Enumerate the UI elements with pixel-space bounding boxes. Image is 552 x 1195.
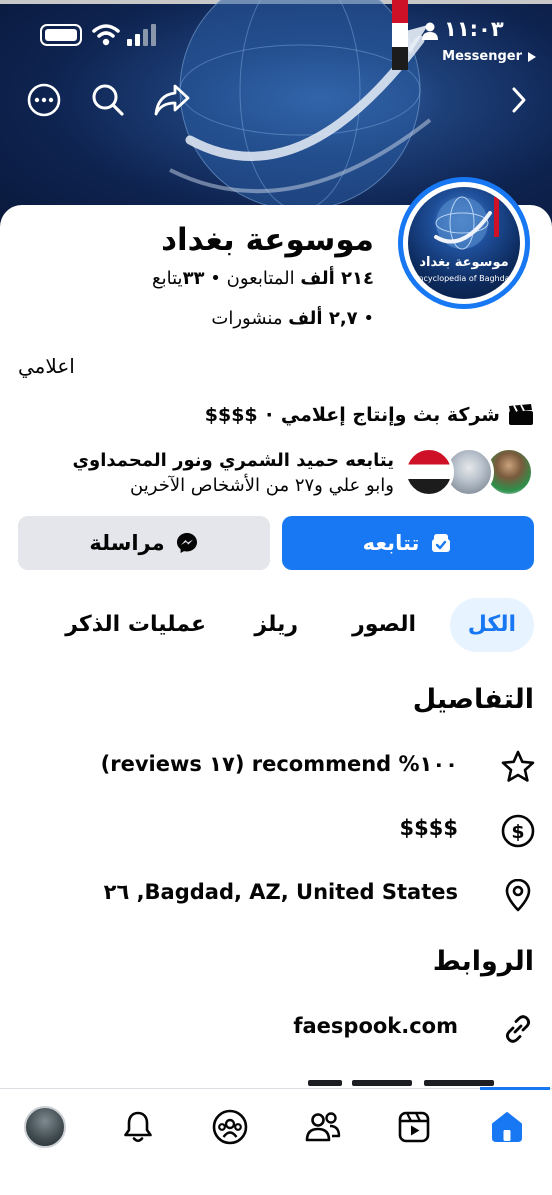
- address-text: ٢٦ ,Bagdad, AZ, United States: [103, 880, 458, 904]
- following-button-label: تتابعه: [362, 531, 420, 555]
- person-icon: [422, 22, 438, 40]
- website-text: faespook.com: [293, 1014, 458, 1038]
- followers-label: المتابعون: [226, 268, 295, 289]
- dot-separator: •: [204, 268, 221, 289]
- profile-avatar[interactable]: موسوعة بغداد Encyclopedia of Baghdad: [398, 177, 530, 309]
- video-icon[interactable]: [390, 1103, 438, 1151]
- dot-separator: •: [357, 308, 374, 329]
- clapperboard-icon: [509, 404, 533, 425]
- back-app-label: Messenger: [442, 49, 522, 64]
- chevron-right-icon[interactable]: [498, 80, 538, 120]
- back-to-messenger[interactable]: Messenger: [442, 49, 536, 64]
- follow-stats[interactable]: ٢١٤ ألف المتابعون • ٣٣يتابع: [152, 268, 374, 289]
- bell-icon[interactable]: [114, 1103, 162, 1151]
- page-title: موسوعة بغداد: [161, 222, 374, 258]
- avatar-globe-graphic: [434, 196, 499, 250]
- posts-count: ٢,٧ ألف: [288, 308, 358, 329]
- detail-address[interactable]: ٢٦ ,Bagdad, AZ, United States: [0, 870, 552, 918]
- posts-label: منشورات: [211, 308, 283, 329]
- avatar-subtitle: Encyclopedia of Baghdad: [413, 274, 515, 283]
- business-info: شركة بث وإنتاج إعلامي · $$$$: [205, 404, 534, 426]
- search-icon[interactable]: [88, 80, 128, 120]
- profile-tabs: الكل الصور ريلز عمليات الذكر: [0, 598, 552, 652]
- price-range: $$$$: [204, 404, 258, 426]
- tab-reels[interactable]: ريلز: [254, 598, 298, 652]
- home-icon[interactable]: [483, 1103, 531, 1151]
- wifi-icon: [92, 24, 120, 46]
- detail-recommend[interactable]: (reviews ١٧) recommend %١٠٠: [0, 742, 552, 790]
- svg-text:$: $: [511, 821, 524, 843]
- tab-mentions[interactable]: عمليات الذكر: [65, 598, 206, 652]
- share-icon[interactable]: [152, 80, 192, 120]
- dollar-icon: $: [501, 814, 535, 848]
- nav-profile[interactable]: [21, 1103, 69, 1151]
- avatar-title: موسوعة بغداد: [419, 255, 509, 270]
- links-heading: الروابط: [432, 946, 534, 977]
- recommend-text: (reviews ١٧) recommend %١٠٠: [100, 752, 458, 776]
- details-heading: التفاصيل: [412, 684, 534, 715]
- following-button[interactable]: تتابعه: [282, 516, 534, 570]
- business-type: شركة بث وإنتاج إعلامي: [280, 404, 500, 426]
- detail-website[interactable]: faespook.com: [0, 1004, 552, 1052]
- battery-icon: [40, 24, 82, 46]
- play-icon: [528, 51, 536, 62]
- messenger-icon: [176, 533, 197, 553]
- following-check-icon: [432, 534, 451, 552]
- friends-icon[interactable]: [299, 1103, 347, 1151]
- tab-photos[interactable]: الصور: [352, 598, 416, 652]
- dot-separator: ·: [265, 404, 273, 426]
- page-category: اعلامي: [18, 354, 75, 378]
- bottom-navigation: [0, 1087, 552, 1195]
- active-tab-indicator: [480, 1087, 550, 1090]
- detail-price: $ $$$$: [0, 806, 552, 854]
- tab-all[interactable]: الكل: [449, 598, 534, 652]
- message-button[interactable]: مراسلة: [18, 516, 270, 570]
- following-label: يتابع: [152, 268, 183, 289]
- star-icon: [501, 750, 535, 782]
- followers-count: ٢١٤ ألف: [300, 268, 374, 289]
- posts-stats: • ٢,٧ ألف منشورات: [211, 308, 374, 329]
- link-icon: [505, 1015, 531, 1043]
- friends-line-2: وابو علي و٢٧ من الأشخاص الآخرين: [130, 475, 394, 496]
- location-pin-icon: [505, 878, 531, 912]
- clock: ١١:٠٣: [444, 17, 504, 41]
- more-icon[interactable]: [24, 80, 64, 120]
- next-section-peek: [290, 1078, 500, 1088]
- following-count: ٣٣: [182, 268, 205, 289]
- signal-icon: [127, 24, 156, 46]
- profile-avatar: [24, 1106, 66, 1148]
- groups-icon[interactable]: [206, 1103, 254, 1151]
- mutual-followers[interactable]: يتابعه حميد الشمري ونور المحمداوي وابو ع…: [18, 444, 534, 500]
- friends-line-1: يتابعه حميد الشمري ونور المحمداوي: [72, 450, 394, 471]
- price-text: $$$$: [399, 816, 458, 840]
- message-button-label: مراسلة: [89, 531, 165, 555]
- friend-avatar: [404, 447, 454, 497]
- status-bar: ١١:٠٣ Messenger: [0, 10, 552, 64]
